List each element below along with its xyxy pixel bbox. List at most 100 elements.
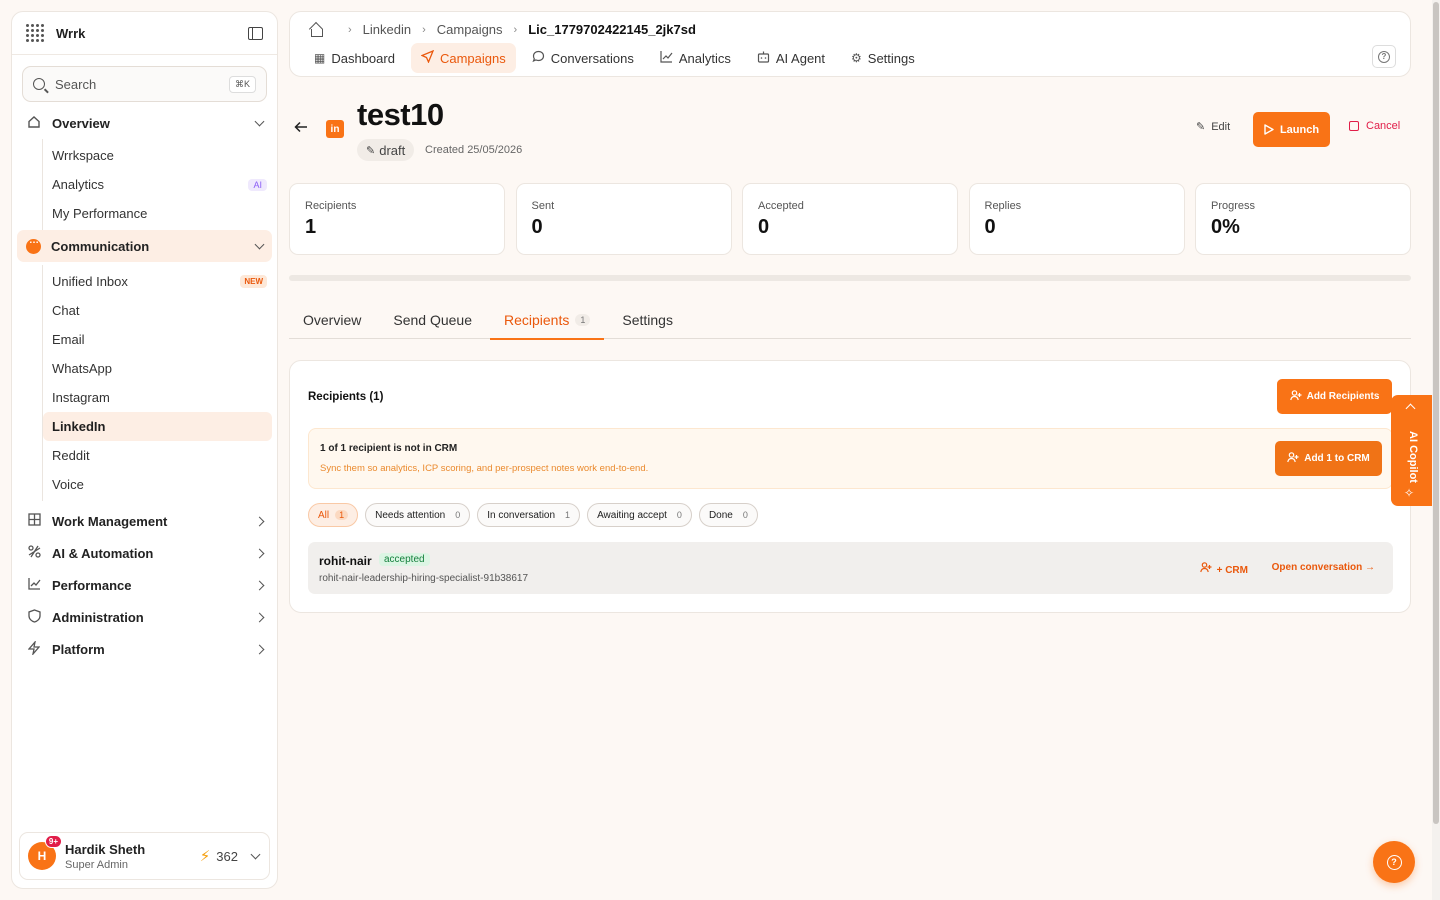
stat-label: Replies (984, 200, 1022, 212)
created-date: Created 25/05/2026 (425, 144, 523, 156)
help-icon: ? (1378, 50, 1390, 63)
add-recipients-button[interactable]: Add Recipients (1277, 379, 1392, 414)
filter-done[interactable]: Done 0 (698, 503, 758, 527)
tab-conversations[interactable]: Conversations (522, 43, 644, 73)
notice-title: 1 of 1 recipient is not in CRM (320, 443, 458, 454)
table-row[interactable]: rohit-nair accepted rohit-nair-leadershi… (308, 542, 1393, 594)
page-scrollbar[interactable] (1432, 0, 1440, 900)
sidebar-item-wrrkspace[interactable]: Wrrkspace (43, 141, 272, 170)
chevron-right-icon (254, 516, 265, 526)
tab-send-queue[interactable]: Send Queue (379, 300, 486, 339)
credits-count: 362 (216, 848, 238, 864)
sidebar-item-unified-inbox[interactable]: Unified Inbox NEW (43, 267, 272, 296)
sidebar-item-reddit[interactable]: Reddit (43, 441, 272, 470)
stat-card-recipients: Recipients 1 (289, 183, 505, 255)
communication-icon (26, 235, 41, 254)
nav-group-overview[interactable]: Overview (12, 107, 277, 139)
tab-ai-agent[interactable]: AI Agent (747, 43, 835, 73)
tab-analytics[interactable]: Analytics (650, 43, 741, 73)
home-icon[interactable] (309, 24, 323, 37)
breadcrumb-campaigns[interactable]: Campaigns (437, 22, 503, 37)
sidebar-item-voice[interactable]: Voice (43, 470, 272, 499)
sidebar-toggle-icon[interactable] (248, 26, 263, 40)
tab-label: Settings (867, 50, 915, 66)
sparkle-icon: ✧ (1404, 486, 1415, 500)
search-input[interactable]: Search ⌘K (22, 66, 267, 102)
tab-label: Settings (622, 311, 673, 328)
tab-label: Recipients (503, 311, 570, 328)
filter-label: Awaiting accept (597, 509, 667, 521)
search-placeholder: Search (55, 76, 97, 92)
tab-campaigns[interactable]: Campaigns (410, 43, 516, 73)
tab-settings[interactable]: ⚙ Settings (841, 43, 925, 73)
header-tabs: ▦ Dashboard Campaigns Conversations Analy… (304, 43, 931, 73)
user-name: Hardik Sheth (65, 841, 146, 857)
filter-all[interactable]: All 1 (308, 503, 359, 527)
sidebar-item-instagram[interactable]: Instagram (43, 383, 272, 412)
sidebar-item-analytics[interactable]: Analytics AI (43, 170, 272, 199)
chat-icon (532, 50, 545, 66)
notification-badge[interactable]: 9+ (44, 835, 62, 848)
breadcrumb-linkedin[interactable]: Linkedin (363, 22, 411, 37)
nav-group-ai-automation[interactable]: AI & Automation (12, 537, 277, 569)
nav-group-administration[interactable]: Administration (12, 601, 277, 633)
lightning-icon: ⚡ (199, 848, 211, 865)
sidebar-item-label: Reddit (52, 448, 90, 463)
stat-card-sent: Sent 0 (515, 183, 732, 255)
tab-campaign-settings[interactable]: Settings (608, 300, 687, 339)
open-conversation-link[interactable]: Open conversation → (1272, 562, 1375, 573)
tab-label: Campaigns (439, 50, 506, 66)
nav-group-label: Platform (52, 641, 105, 657)
chevron-right-icon: › (513, 23, 518, 36)
sidebar-item-label: LinkedIn (52, 419, 106, 434)
back-arrow-icon[interactable] (294, 120, 308, 137)
nav-group-platform[interactable]: Platform (12, 633, 277, 665)
nav-group-performance[interactable]: Performance (12, 569, 277, 601)
ai-copilot-tab[interactable]: AI Copilot ✧ (1391, 395, 1432, 506)
add-crm-link[interactable]: + CRM (1199, 562, 1248, 576)
filter-needs-attention[interactable]: Needs attention 0 (365, 503, 471, 527)
filter-awaiting-accept[interactable]: Awaiting accept 0 (587, 503, 692, 527)
crm-notice: 1 of 1 recipient is not in CRM Sync them… (308, 428, 1393, 489)
stat-value: 0 (984, 216, 996, 238)
chevron-right-icon (254, 612, 265, 622)
stat-label: Sent (531, 200, 555, 212)
chevron-down-icon (250, 849, 261, 859)
chevron-right-icon (254, 580, 265, 590)
cancel-button[interactable]: Cancel (1349, 120, 1400, 132)
communication-subnav: Unified Inbox NEW Chat Email WhatsApp Ins… (42, 265, 277, 501)
sidebar-item-label: Analytics (52, 177, 105, 192)
button-label: Add Recipients (1306, 391, 1380, 402)
sidebar-item-linkedin[interactable]: LinkedIn (43, 412, 272, 441)
stat-label: Progress (1211, 200, 1256, 212)
user-role: Super Admin (65, 858, 128, 871)
nav-group-work-management[interactable]: Work Management (12, 505, 277, 537)
grid-icon (26, 513, 42, 529)
notice-subtitle: Sync them so analytics, ICP scoring, and… (320, 463, 649, 474)
stat-value: 1 (305, 216, 317, 238)
sidebar-item-email[interactable]: Email (43, 325, 272, 354)
edit-button[interactable]: ✎ Edit (1196, 120, 1230, 134)
progress-bar (289, 275, 1411, 281)
scrollbar-thumb[interactable] (1433, 2, 1439, 824)
user-menu[interactable]: H 9+ Hardik Sheth Super Admin ⚡ 362 (19, 832, 270, 880)
filter-in-conversation[interactable]: In conversation 1 (477, 503, 581, 527)
user-info: Hardik Sheth Super Admin (65, 842, 145, 871)
tab-recipients[interactable]: Recipients 1 (489, 300, 605, 340)
link-label: Open conversation (1271, 562, 1363, 573)
tab-overview[interactable]: Overview (289, 300, 375, 339)
add-to-crm-button[interactable]: Add 1 to CRM (1275, 441, 1382, 476)
tab-dashboard[interactable]: ▦ Dashboard (304, 43, 405, 73)
stat-value: 0 (531, 216, 543, 238)
tab-label: Analytics (678, 50, 731, 66)
sidebar-item-my-performance[interactable]: My Performance (43, 199, 272, 228)
sidebar-item-label: WhatsApp (52, 361, 112, 376)
sidebar-item-chat[interactable]: Chat (43, 296, 272, 325)
launch-button[interactable]: Launch (1253, 112, 1330, 147)
nav-group-communication[interactable]: Communication (17, 230, 272, 262)
help-button[interactable]: ? (1372, 45, 1396, 68)
play-icon (1264, 124, 1274, 135)
help-fab-button[interactable]: ? (1373, 841, 1415, 883)
sidebar-item-whatsapp[interactable]: WhatsApp (43, 354, 272, 383)
filter-count: 1 (565, 510, 571, 520)
